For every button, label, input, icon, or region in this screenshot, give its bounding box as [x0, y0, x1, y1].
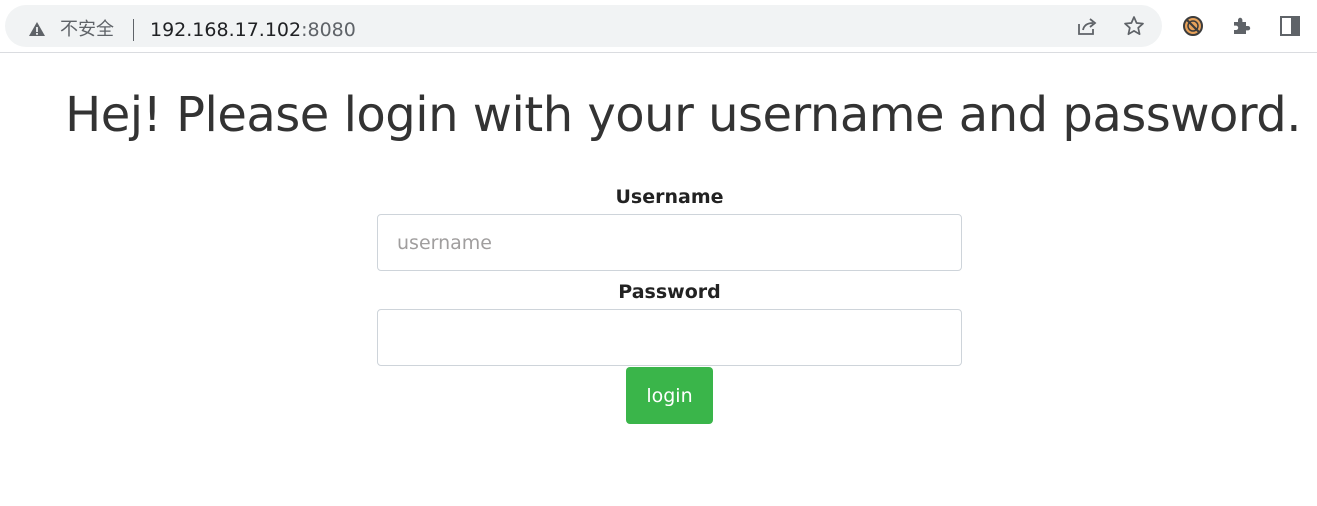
url-host: 192.168.17.102 — [150, 19, 302, 41]
extension-blocked-icon[interactable] — [1180, 13, 1206, 39]
puzzle-icon[interactable] — [1229, 13, 1255, 39]
address-bar[interactable]: 不安全 192.168.17.102:8080 — [5, 5, 1162, 47]
page-title: Hej! Please login with your username and… — [65, 87, 1301, 143]
login-button[interactable]: login — [626, 367, 713, 424]
browser-toolbar: 不安全 192.168.17.102:8080 — [0, 0, 1317, 53]
share-icon[interactable] — [1074, 13, 1100, 39]
side-panel-icon[interactable] — [1277, 13, 1303, 39]
star-icon[interactable] — [1121, 13, 1147, 39]
url-text[interactable]: 192.168.17.102:8080 — [150, 18, 356, 42]
security-status-label[interactable]: 不安全 — [60, 18, 114, 42]
username-input[interactable] — [377, 214, 962, 271]
password-label: Password — [618, 281, 721, 303]
url-port: :8080 — [301, 19, 356, 41]
address-divider — [133, 19, 134, 41]
username-label: Username — [615, 186, 724, 208]
password-input[interactable] — [377, 309, 962, 366]
login-form: Username Password login — [377, 180, 962, 424]
warning-icon[interactable] — [28, 20, 46, 38]
